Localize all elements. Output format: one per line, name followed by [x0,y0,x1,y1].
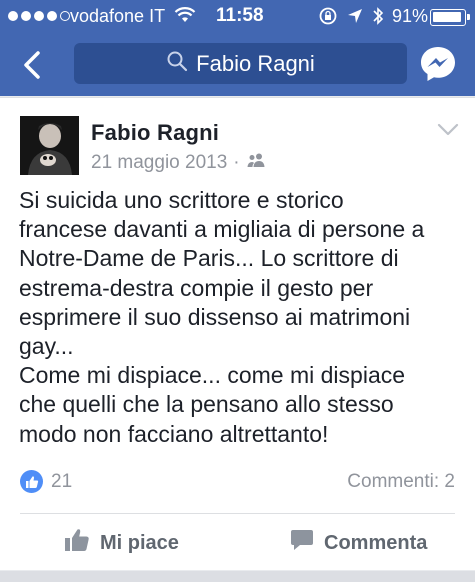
search-icon [166,50,188,78]
chevron-down-icon [437,123,459,136]
signal-dot [8,11,18,21]
signal-dot [34,11,44,21]
location-arrow-icon [347,8,363,29]
signal-strength-icon [8,11,70,21]
thumbs-up-icon [64,528,90,558]
comment-button[interactable]: Commenta [290,528,427,558]
author-avatar[interactable] [20,116,79,175]
signal-dot [47,11,57,21]
signal-dot-empty [60,11,70,21]
top-bar: vodafone IT 11:58 91% Fabio Ragni [0,0,475,96]
meta-separator: · [233,152,240,173]
friends-icon [246,152,266,174]
post-text: Si suicida uno scrittore e storico franc… [19,187,425,447]
like-button[interactable]: Mi piace [64,528,179,558]
messenger-button[interactable] [418,44,458,84]
carrier-name: vodafone IT [70,6,166,26]
post-author-name[interactable]: Fabio Ragni [91,120,219,146]
divider [20,513,455,514]
post-card: Fabio Ragni 21 maggio 2013 · Si suicida … [0,97,475,570]
battery-icon [430,9,470,26]
bluetooth-icon [372,6,384,31]
status-icons [318,6,384,31]
messenger-icon [421,47,455,81]
clock-time: 11:58 [216,5,264,26]
post-meta: 21 maggio 2013 · [91,152,266,174]
post-options-button[interactable] [436,122,460,138]
back-button[interactable] [18,48,48,82]
like-reaction-icon [20,470,43,493]
like-button-label: Mi piace [100,531,179,554]
comment-bubble-icon [290,528,314,558]
rotation-lock-icon [318,6,338,31]
search-query: Fabio Ragni [196,50,315,76]
feed-separator [0,571,475,582]
comment-button-label: Commenta [324,531,428,554]
like-count: 21 [51,470,73,492]
comments-count[interactable]: Commenti: 2 [347,471,455,493]
status-bar: vodafone IT 11:58 91% [0,0,475,34]
reactions-summary[interactable]: 21 [20,470,72,493]
battery-percentage: 91% [392,6,429,26]
wifi-icon [174,6,196,29]
post-date[interactable]: 21 maggio 2013 [91,152,227,174]
signal-dot [21,11,31,21]
search-bar[interactable]: Fabio Ragni [74,43,407,84]
